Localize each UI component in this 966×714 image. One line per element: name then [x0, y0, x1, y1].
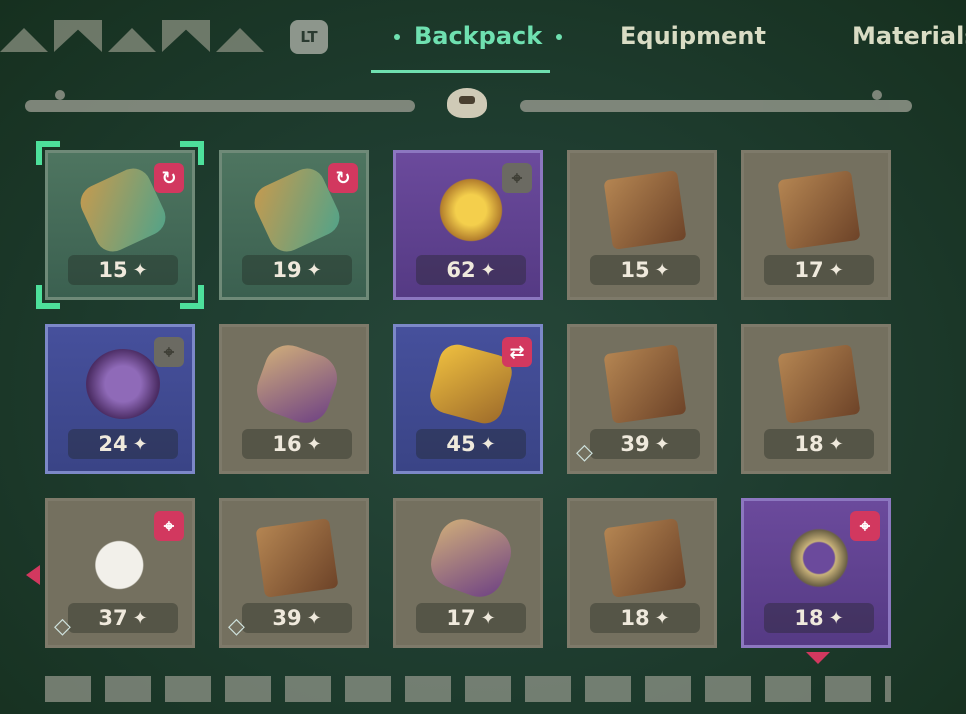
item-count-value: 15	[620, 258, 650, 282]
sparkle-icon: ✦	[132, 607, 148, 629]
item-count: 62 ✦	[416, 255, 526, 285]
item-count: 19 ✦	[242, 255, 352, 285]
item-count: 18 ✦	[764, 603, 874, 633]
scroll-left-arrow-icon[interactable]	[26, 565, 40, 585]
golden-spark-icon	[434, 175, 508, 245]
header-decoration	[0, 20, 264, 52]
tab-materials[interactable]: Materials	[852, 22, 966, 50]
inventory-slot-11[interactable]: 37 ✦ ⌖ ◇	[45, 498, 195, 648]
inventory-slot-13[interactable]: 17 ✦	[393, 498, 543, 648]
wooden-chest-icon	[777, 344, 861, 424]
backpack-icon	[447, 88, 487, 118]
wooden-chest-icon	[603, 518, 687, 598]
sparkle-icon: ✦	[306, 433, 322, 455]
purple-fish-icon	[250, 338, 344, 430]
sparkle-icon: ✦	[828, 607, 844, 629]
item-count: 39 ✦	[242, 603, 352, 633]
sparkle-icon: ✦	[132, 259, 148, 281]
wooden-chest-icon	[255, 518, 339, 598]
inventory-slot-8[interactable]: 45 ✦ ⇄	[393, 324, 543, 474]
item-count-value: 18	[794, 432, 824, 456]
purple-orb-icon	[86, 349, 160, 419]
inventory-slot-14[interactable]: 18 ✦	[567, 498, 717, 648]
tab-backpack[interactable]: Backpack	[380, 22, 576, 50]
item-count: 15 ✦	[590, 255, 700, 285]
item-count-value: 45	[446, 432, 476, 456]
right-rail-divider	[520, 90, 912, 112]
refresh-icon[interactable]: ↻	[328, 163, 358, 193]
item-count: 15 ✦	[68, 255, 178, 285]
item-count-value: 19	[272, 258, 302, 282]
inventory-slot-9[interactable]: 39 ✦ ◇	[567, 324, 717, 474]
gear-ring-icon	[782, 523, 856, 593]
item-count: 18 ✦	[590, 603, 700, 633]
item-count-value: 18	[620, 606, 650, 630]
inventory-slot-2[interactable]: 19 ✦ ↻	[219, 150, 369, 300]
swap-icon[interactable]: ⇄	[502, 337, 532, 367]
item-count: 24 ✦	[68, 429, 178, 459]
inventory-slot-12[interactable]: 39 ✦ ◇	[219, 498, 369, 648]
selection-corner	[36, 141, 60, 165]
scroll-down-arrow-icon[interactable]	[806, 652, 830, 664]
gem-icon: ◇	[228, 614, 245, 639]
tab-backpack-label: Backpack	[414, 22, 543, 50]
inventory-slot-1[interactable]: 15 ✦ ↻	[36, 141, 204, 309]
item-count-value: 18	[794, 606, 824, 630]
sparkle-icon: ✦	[654, 259, 670, 281]
item-count-value: 39	[620, 432, 650, 456]
target-icon[interactable]: ⌖	[154, 337, 184, 367]
item-count: 17 ✦	[416, 603, 526, 633]
item-count-value: 24	[98, 432, 128, 456]
item-count-value: 17	[446, 606, 476, 630]
sparkle-icon: ✦	[654, 433, 670, 455]
item-count-value: 62	[446, 258, 476, 282]
active-tab-underline	[371, 70, 550, 73]
item-count: 16 ✦	[242, 429, 352, 459]
target-icon[interactable]: ⌖	[502, 163, 532, 193]
sparkle-icon: ✦	[306, 607, 322, 629]
target-icon[interactable]: ⌖	[850, 511, 880, 541]
gem-icon: ◇	[54, 614, 71, 639]
wooden-chest-icon	[777, 170, 861, 250]
item-count-value: 39	[272, 606, 302, 630]
purple-fish-icon	[424, 512, 518, 604]
item-count-value: 17	[794, 258, 824, 282]
wooden-chest-icon	[603, 344, 687, 424]
item-count: 39 ✦	[590, 429, 700, 459]
selection-corner	[36, 285, 60, 309]
sparkle-icon: ✦	[480, 607, 496, 629]
left-rail-divider	[25, 90, 415, 112]
white-swan-icon	[86, 523, 160, 593]
sparkle-icon: ✦	[480, 433, 496, 455]
sparkle-icon: ✦	[828, 259, 844, 281]
inventory-slot-6[interactable]: 24 ✦ ⌖	[45, 324, 195, 474]
inventory-slot-10[interactable]: 18 ✦	[741, 324, 891, 474]
item-count-value: 15	[98, 258, 128, 282]
inventory-slot-15[interactable]: 18 ✦ ⌖	[741, 498, 891, 648]
inventory-slot-7[interactable]: 16 ✦	[219, 324, 369, 474]
wooden-chest-icon	[603, 170, 687, 250]
target-icon[interactable]: ⌖	[154, 511, 184, 541]
gem-icon: ◇	[576, 440, 593, 465]
sparkle-icon: ✦	[132, 433, 148, 455]
inventory-slot-4[interactable]: 15 ✦	[567, 150, 717, 300]
selection-corner	[180, 285, 204, 309]
sparkle-icon: ✦	[828, 433, 844, 455]
sparkle-icon: ✦	[306, 259, 322, 281]
item-count: 45 ✦	[416, 429, 526, 459]
footer-decoration	[45, 676, 891, 702]
selection-corner	[180, 141, 204, 165]
inventory-slot-3[interactable]: 62 ✦ ⌖	[393, 150, 543, 300]
item-count: 37 ✦	[68, 603, 178, 633]
item-count-value: 16	[272, 432, 302, 456]
sparkle-icon: ✦	[654, 607, 670, 629]
item-count: 17 ✦	[764, 255, 874, 285]
lt-trigger-button[interactable]: LT	[290, 20, 328, 54]
item-count: 18 ✦	[764, 429, 874, 459]
inventory-slot-5[interactable]: 17 ✦	[741, 150, 891, 300]
item-count-value: 37	[98, 606, 128, 630]
sparkle-icon: ✦	[480, 259, 496, 281]
refresh-icon[interactable]: ↻	[154, 163, 184, 193]
tab-equipment[interactable]: Equipment	[620, 22, 766, 50]
